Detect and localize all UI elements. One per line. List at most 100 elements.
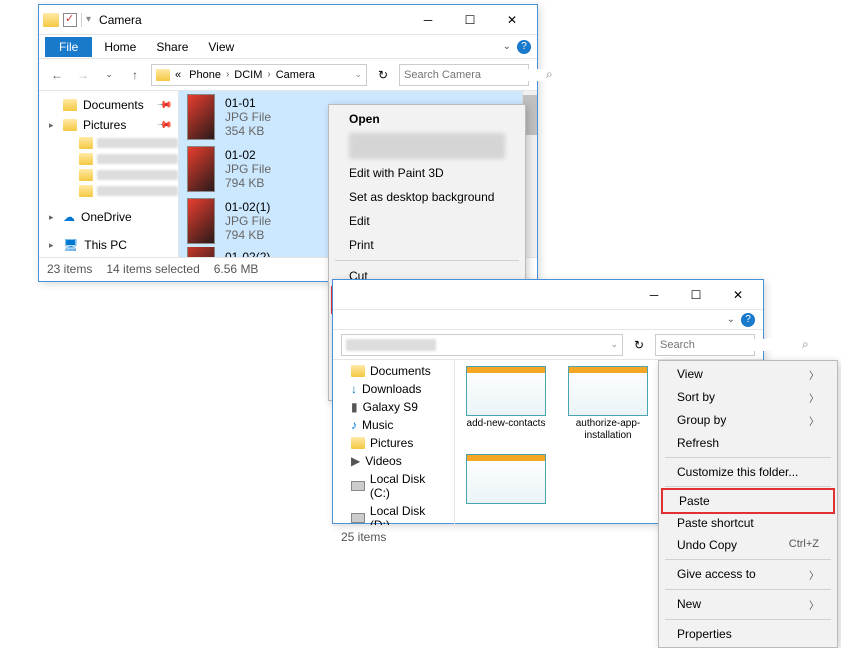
titlebar: ─ ☐ ✕ — [333, 280, 763, 310]
checkbox-checked-icon[interactable] — [63, 13, 77, 27]
sidebar-item-music[interactable]: ♪Music — [333, 416, 454, 434]
ctx-undocopy[interactable]: Undo CopyCtrl+Z — [661, 534, 835, 556]
ctx-open[interactable]: Open — [331, 107, 523, 131]
file-name: 01-02(2) — [225, 250, 270, 257]
sidebar-item-blurred[interactable] — [39, 135, 178, 151]
sidebar-item-documents[interactable]: Documents 📌 — [39, 95, 178, 115]
ribbon-collapse-icon[interactable]: ⌄ — [727, 314, 735, 325]
submenu-arrow-icon: 〉 — [809, 597, 819, 612]
search-icon[interactable]: ⌕ — [802, 337, 809, 352]
ctx-print[interactable]: Print — [331, 233, 523, 257]
thumbnail — [466, 454, 546, 504]
refresh-button[interactable]: ↻ — [629, 338, 649, 352]
folder-icon — [63, 119, 77, 131]
sidebar-item-onedrive[interactable]: ▸ ☁ OneDrive — [39, 207, 178, 227]
sidebar-item-label: Galaxy S9 — [363, 400, 418, 414]
ctx-paint3d[interactable]: Edit with Paint 3D — [331, 161, 523, 185]
thumbnail — [187, 94, 215, 140]
sidebar-item-pictures[interactable]: ▸ Pictures 📌 — [39, 115, 178, 135]
ctx-setbg[interactable]: Set as desktop background — [331, 185, 523, 209]
search-box[interactable]: ⌕ — [655, 334, 755, 356]
help-icon[interactable]: ? — [517, 40, 531, 54]
minimize-button[interactable]: ─ — [633, 280, 675, 310]
ctx-new[interactable]: New〉 — [661, 593, 835, 616]
status-size: 6.56 MB — [214, 262, 259, 276]
ctx-sortby[interactable]: Sort by〉 — [661, 386, 835, 409]
separator — [665, 559, 831, 560]
ctx-refresh[interactable]: Refresh — [661, 432, 835, 454]
ctx-paste[interactable]: Paste — [663, 490, 833, 512]
crumb-dcim[interactable]: DCIM — [231, 69, 265, 81]
sidebar-item-blurred[interactable] — [39, 167, 178, 183]
sidebar-item-downloads[interactable]: ↓Downloads — [333, 380, 454, 398]
expand-icon[interactable]: ▸ — [49, 240, 54, 251]
status-items: 23 items — [47, 262, 92, 276]
close-button[interactable]: ✕ — [717, 280, 759, 310]
recent-dropdown[interactable]: ⌄ — [99, 65, 119, 85]
crumb-overflow[interactable]: « — [172, 69, 184, 81]
ctx-properties[interactable]: Properties — [661, 623, 835, 645]
ctx-edit[interactable]: Edit — [331, 209, 523, 233]
tab-file[interactable]: File — [45, 37, 92, 57]
maximize-button[interactable]: ☐ — [675, 280, 717, 310]
crumb-dropdown-icon[interactable]: ⌄ — [354, 69, 362, 80]
status-selected: 14 items selected — [106, 262, 199, 276]
sidebar-item-disk-c[interactable]: Local Disk (C:) — [333, 470, 454, 502]
expand-icon[interactable]: ▸ — [49, 120, 54, 131]
pin-icon: 📌 — [155, 97, 172, 114]
tab-home[interactable]: Home — [94, 37, 146, 57]
crumb-dropdown-icon[interactable]: ⌄ — [610, 339, 618, 350]
back-button[interactable]: ← — [47, 65, 67, 85]
up-button[interactable]: ↑ — [125, 65, 145, 85]
file-tile[interactable]: authorize-app-installation — [563, 366, 653, 442]
crumb-camera[interactable]: Camera — [273, 69, 318, 81]
tab-share[interactable]: Share — [146, 37, 198, 57]
sidebar-item-galaxy[interactable]: ▮Galaxy S9 — [333, 398, 454, 416]
sidebar-item-pictures[interactable]: Pictures — [333, 434, 454, 452]
breadcrumb[interactable]: ⌄ — [341, 334, 623, 356]
ctx-view[interactable]: View〉 — [661, 363, 835, 386]
addressbar: ⌄ ↻ ⌕ — [333, 330, 763, 360]
ribbon-collapse-icon[interactable]: ⌄ — [503, 41, 511, 52]
file-name: add-new-contacts — [467, 418, 546, 430]
breadcrumb[interactable]: « Phone › DCIM › Camera ⌄ — [151, 64, 367, 86]
help-icon[interactable]: ? — [741, 313, 755, 327]
separator — [665, 589, 831, 590]
file-name: 01-01 — [225, 96, 271, 110]
addressbar: ← → ⌄ ↑ « Phone › DCIM › Camera ⌄ ↻ ⌕ — [39, 59, 537, 91]
sidebar-item-videos[interactable]: ▶Videos — [333, 452, 454, 470]
close-button[interactable]: ✕ — [491, 5, 533, 35]
context-menu-folder: View〉 Sort by〉 Group by〉 Refresh Customi… — [658, 360, 838, 648]
tab-view[interactable]: View — [198, 37, 244, 57]
sidebar-item-disk-d[interactable]: Local Disk (D:) — [333, 502, 454, 525]
ctx-label: Customize this folder... — [677, 465, 798, 479]
crumb-phone[interactable]: Phone — [186, 69, 224, 81]
expand-icon[interactable]: ▸ — [49, 212, 54, 223]
nav-pane: Documents ↓Downloads ▮Galaxy S9 ♪Music P… — [333, 360, 455, 525]
forward-button[interactable]: → — [73, 65, 93, 85]
onedrive-icon: ☁ — [63, 210, 75, 224]
sidebar-item-thispc[interactable]: ▸ 🖥 This PC — [39, 235, 178, 255]
refresh-button[interactable]: ↻ — [373, 68, 393, 82]
search-input[interactable] — [660, 339, 802, 351]
ctx-customize[interactable]: Customize this folder... — [661, 461, 835, 483]
folder-icon — [156, 69, 170, 81]
sidebar-item-label: Documents — [83, 98, 144, 112]
ctx-giveaccess[interactable]: Give access to〉 — [661, 563, 835, 586]
search-box[interactable]: ⌕ — [399, 64, 529, 86]
ctx-groupby[interactable]: Group by〉 — [661, 409, 835, 432]
file-tile[interactable] — [461, 454, 551, 504]
search-icon[interactable]: ⌕ — [546, 67, 553, 82]
minimize-button[interactable]: ─ — [407, 5, 449, 35]
drive-icon — [351, 481, 365, 491]
thumbnail — [187, 247, 215, 257]
overflow-icon[interactable]: ▾ — [86, 14, 91, 25]
search-input[interactable] — [404, 69, 546, 81]
sidebar-item-blurred[interactable] — [39, 183, 178, 199]
maximize-button[interactable]: ☐ — [449, 5, 491, 35]
ctx-pasteshortcut[interactable]: Paste shortcut — [661, 512, 835, 534]
file-tile[interactable]: add-new-contacts — [461, 366, 551, 442]
sidebar-item-documents[interactable]: Documents — [333, 362, 454, 380]
sidebar-item-blurred[interactable] — [39, 151, 178, 167]
folder-icon — [79, 153, 93, 165]
